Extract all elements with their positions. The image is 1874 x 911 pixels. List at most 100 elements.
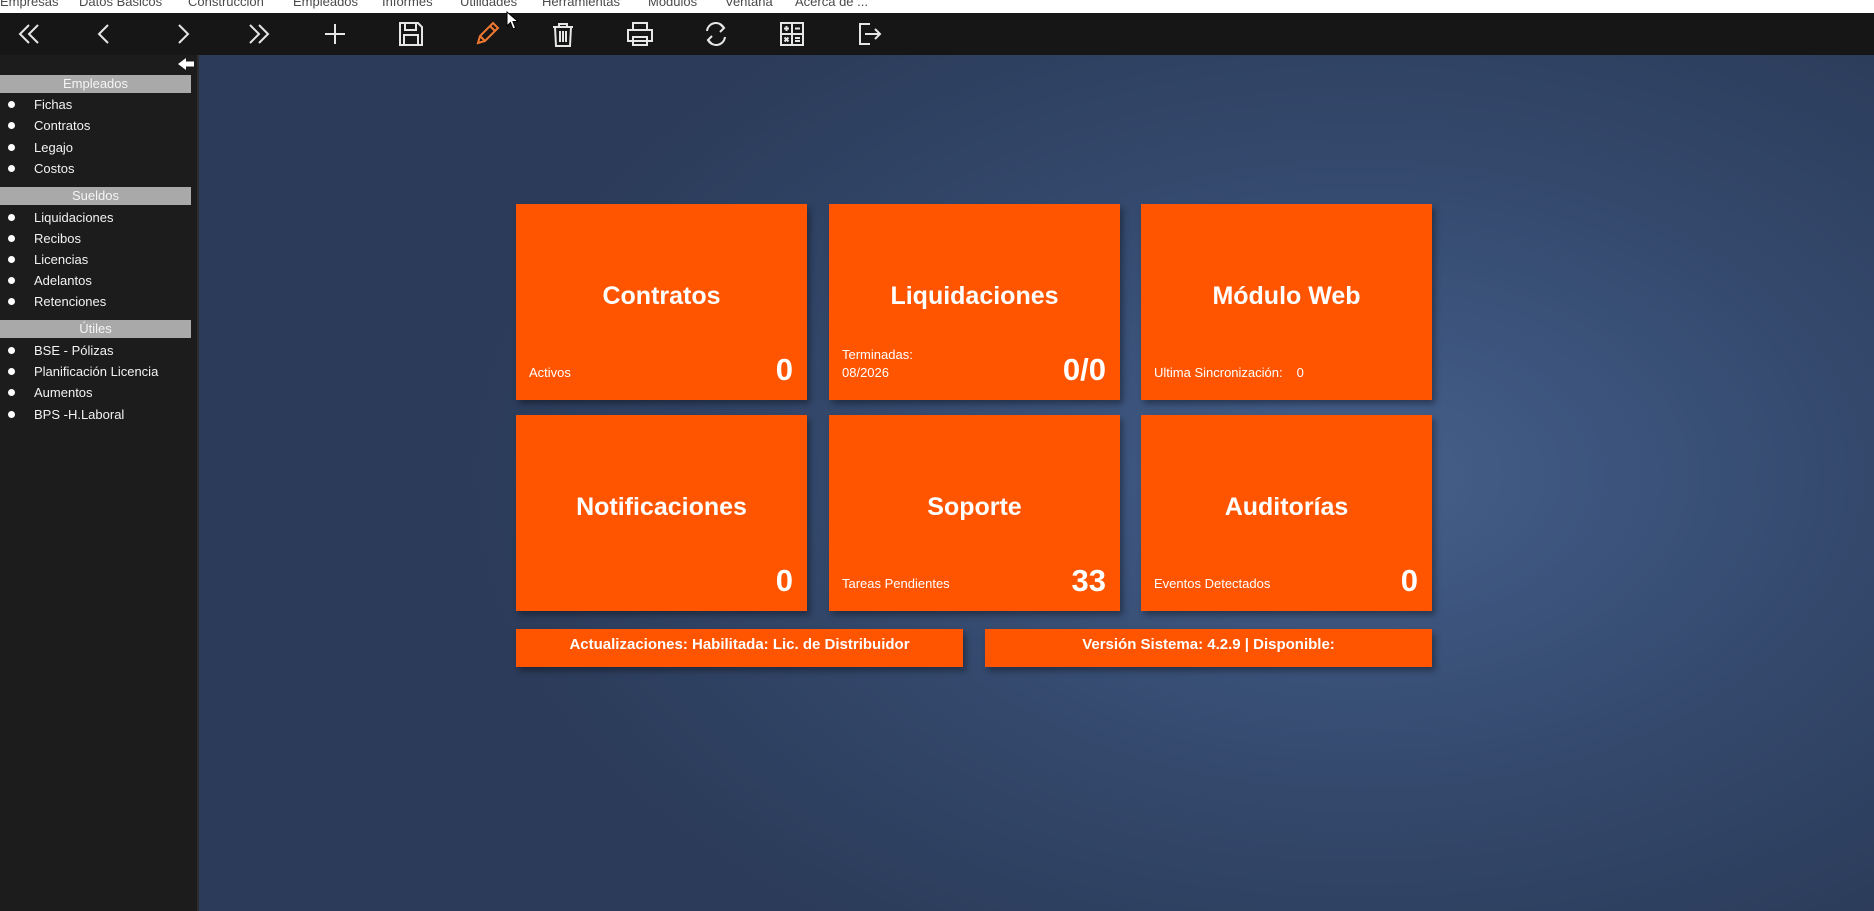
plus-icon [325,24,345,44]
bullet-icon [8,256,15,263]
chevron-right-icon [178,24,190,44]
sidebar-item-label: Aumentos [34,385,93,400]
tile-title: Contratos [602,282,721,310]
tile-contratos[interactable]: Contratos Activos 0 [516,204,807,400]
sidebar: Empleados Fichas Contratos Legajo Costos… [0,55,199,911]
double-chevron-right-icon [249,24,270,44]
sidebar-item-label: BSE - Pólizas [34,343,114,358]
tile-value: 0 [1400,563,1418,598]
save-button[interactable] [389,16,433,52]
printer-icon [627,22,653,46]
sidebar-item-retenciones[interactable]: Retenciones [0,291,195,312]
add-button[interactable] [313,16,357,52]
sidebar-item-legajo[interactable]: Legajo [0,137,195,158]
menu-empleados[interactable]: Empleados [293,0,358,9]
delete-button[interactable] [541,16,585,52]
menu-bar: Empresas Datos Básicos Construcción Empl… [0,0,1874,13]
sidebar-item-liquidaciones[interactable]: Liquidaciones [0,207,195,228]
tile-subtitle-line: Terminadas: [842,347,913,362]
first-record-button[interactable] [7,16,51,52]
sidebar-item-label: Adelantos [34,273,92,288]
sidebar-item-planificacion-licencia[interactable]: Planificación Licencia [0,361,195,382]
edit-button[interactable] [465,16,509,52]
bullet-icon [8,144,15,151]
tile-title: Auditorías [1224,493,1349,521]
menu-utilidades[interactable]: Utilidades [460,0,517,9]
tile-auditorias[interactable]: Auditorías Eventos Detectados 0 [1141,415,1432,611]
refresh-button[interactable] [694,16,738,52]
double-chevron-left-icon [18,24,39,44]
bullet-icon [8,235,15,242]
sidebar-item-costos[interactable]: Costos [0,158,195,179]
tile-title: Notificaciones [576,493,747,521]
section-header-utiles: Útiles [0,320,191,338]
sync-value: 0 [1296,365,1304,380]
tile-subtitle: Terminadas: 08/2026 [842,346,913,382]
tile-liquidaciones[interactable]: Liquidaciones Terminadas: 08/2026 0/0 [829,204,1120,400]
arrow-left-icon[interactable] [177,56,195,72]
sidebar-item-aumentos[interactable]: Aumentos [0,382,195,403]
tile-modulo-web[interactable]: Módulo Web Ultima Sincronización: 0 [1141,204,1432,400]
calculator-icon [780,22,804,46]
sidebar-item-label: Costos [34,161,75,176]
sidebar-item-label: Liquidaciones [34,210,114,225]
floppy-disk-icon [399,22,423,46]
menu-construccion[interactable]: Construcción [188,0,264,9]
sidebar-item-bps-h-laboral[interactable]: BPS -H.Laboral [0,404,195,425]
sidebar-item-label: Planificación Licencia [34,364,159,379]
last-record-button[interactable] [237,16,281,52]
menu-acerca-de[interactable]: Acerca de ... [795,0,868,9]
version-bar[interactable]: Versión Sistema: 4.2.9 | Disponible: [985,629,1432,667]
menu-ventana[interactable]: Ventana [725,0,773,9]
bullet-icon [8,122,15,129]
menu-datos-basicos[interactable]: Datos Básicos [79,0,162,9]
menu-herramientas[interactable]: Herramientas [542,0,620,9]
sidebar-item-label: BPS -H.Laboral [34,407,125,422]
tile-value: 0 [775,352,793,387]
sidebar-item-label: Fichas [34,97,73,112]
refresh-icon [706,22,726,46]
tile-title: Liquidaciones [890,282,1059,310]
sidebar-item-recibos[interactable]: Recibos [0,228,195,249]
tile-soporte[interactable]: Soporte Tareas Pendientes 33 [829,415,1120,611]
bullet-icon [8,347,15,354]
bullet-icon [8,389,15,396]
sidebar-item-fichas[interactable]: Fichas [0,94,195,115]
updates-bar[interactable]: Actualizaciones: Habilitada: Lic. de Dis… [516,629,963,667]
pencil-icon [476,21,500,45]
exit-icon [859,23,882,45]
section-header-sueldos: Sueldos [0,187,191,205]
next-record-button[interactable] [161,16,205,52]
tile-title: Soporte [927,493,1022,521]
print-button[interactable] [618,16,662,52]
previous-record-button[interactable] [82,16,126,52]
bullet-icon [8,277,15,284]
menu-modulos[interactable]: Módulos [648,0,697,9]
bullet-icon [8,101,15,108]
sidebar-item-adelantos[interactable]: Adelantos [0,270,195,291]
tile-value: 0 [775,563,793,598]
bullet-icon [8,411,15,418]
bullet-icon [8,165,15,172]
bullet-icon [8,214,15,221]
tile-value: 33 [1071,563,1106,598]
sidebar-item-label: Licencias [34,252,89,267]
tile-subtitle: Eventos Detectados [1154,576,1271,591]
tile-subtitle: Tareas Pendientes [842,576,950,591]
toolbar [0,13,1874,55]
menu-empresas[interactable]: Empresas [0,0,59,9]
tile-notificaciones[interactable]: Notificaciones 0 [516,415,807,611]
chevron-left-icon [97,24,109,44]
sidebar-item-label: Retenciones [34,294,107,309]
tile-value: 0/0 [1062,352,1106,387]
tile-subtitle-line: 08/2026 [842,365,889,380]
exit-button[interactable] [847,16,891,52]
sidebar-item-licencias[interactable]: Licencias [0,249,195,270]
sync-label: Ultima Sincronización: [1154,365,1283,380]
sidebar-item-label: Recibos [34,231,81,246]
sidebar-item-contratos[interactable]: Contratos [0,115,195,136]
bullet-icon [8,298,15,305]
sidebar-item-bse-polizas[interactable]: BSE - Pólizas [0,340,195,361]
menu-informes[interactable]: Informes [382,0,433,9]
calculator-button[interactable] [770,16,814,52]
